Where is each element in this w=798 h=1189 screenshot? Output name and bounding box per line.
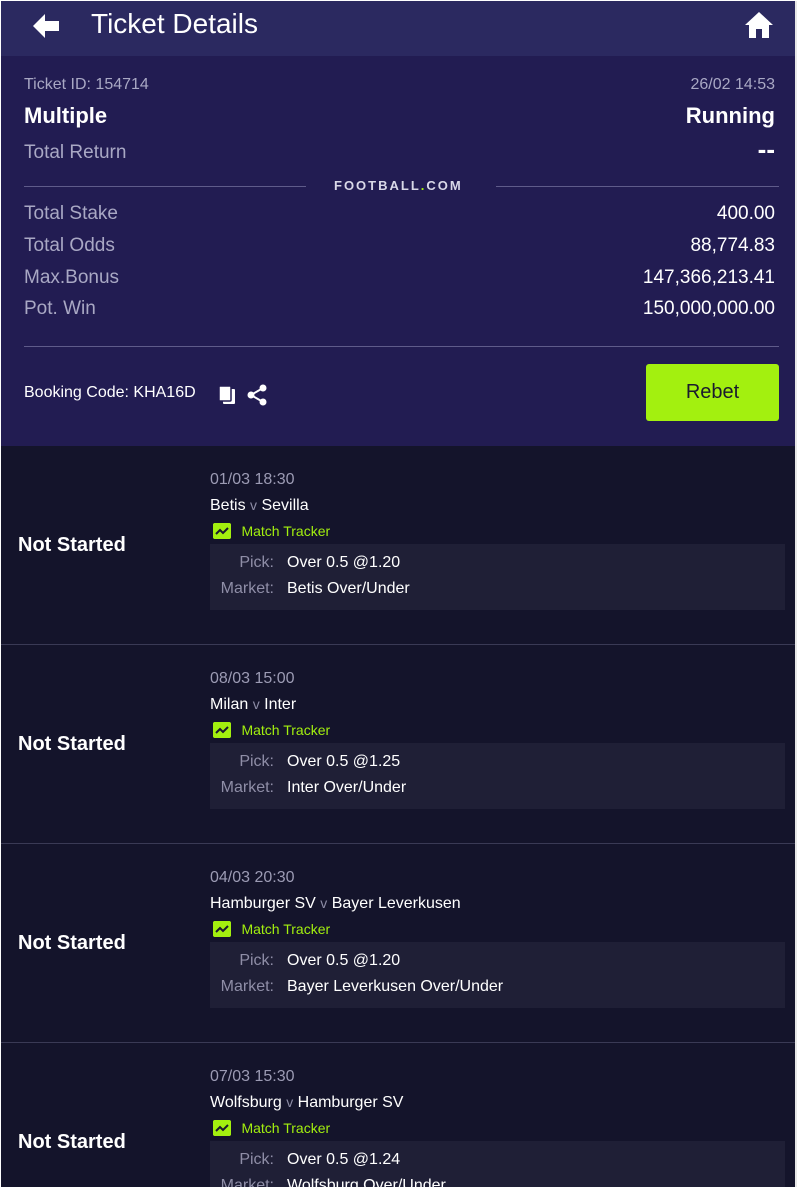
pick-value: Over 0.5 @1.20 [287,952,401,969]
selection-match: Milan v Inter [210,696,296,714]
selection-item: Not Started 04/03 20:30 Hamburger SV v B… [1,844,795,1043]
pick-details: Pick: Over 0.5 @1.25 Market: Inter Over/… [210,743,785,809]
rebet-button[interactable]: Rebet [646,364,779,421]
match-tracker-label: Match Tracker [241,721,331,738]
ticket-status: Running [685,103,775,128]
match-tracker-link[interactable]: Match Tracker [213,721,330,739]
market-value: Inter Over/Under [287,779,407,796]
market-value: Bayer Leverkusen Over/Under [287,978,504,995]
market-value: Wolfsburg Over/Under [287,1177,446,1187]
football-com-logo: FOOTBALL.COM [334,178,463,193]
selection-date: 07/03 15:30 [210,1068,295,1085]
selection-status: Not Started [18,733,126,755]
ticket-summary: Ticket ID: 154714 26/02 14:53 Multiple R… [1,56,795,446]
total-stake-value: 400.00 [716,203,775,224]
selection-match: Hamburger SV v Bayer Leverkusen [210,895,461,913]
away-team: Hamburger SV [297,1094,404,1111]
selection-item: Not Started 08/03 15:00 Milan v Inter Ma… [1,645,795,844]
versus-label: v [250,497,258,513]
versus-label: v [286,1094,294,1110]
home-icon[interactable] [743,9,775,41]
max-bonus-value: 147,366,213.41 [642,267,775,288]
selection-item: Not Started 07/03 15:30 Wolfsburg v Hamb… [1,1043,795,1187]
pick-value: Over 0.5 @1.24 [287,1151,401,1168]
pick-value: Over 0.5 @1.25 [287,753,401,770]
home-team: Hamburger SV [210,895,316,912]
home-team: Wolfsburg [210,1094,282,1111]
total-return-value: -- [757,134,775,164]
pick-value: Over 0.5 @1.20 [287,554,401,571]
market-label: Market: [220,580,274,597]
top-bar: Ticket Details [1,1,795,56]
selection-match: Betis v Sevilla [210,497,309,515]
match-tracker-link[interactable]: Match Tracker [213,920,330,938]
back-arrow-icon[interactable] [29,9,63,43]
away-team: Bayer Leverkusen [331,895,461,912]
divider-left [24,186,306,187]
app-screen: Ticket Details Ticket ID: 154714 26/02 1… [1,1,797,1187]
pot-win-label: Pot. Win [24,298,96,319]
match-tracker-link[interactable]: Match Tracker [213,1119,330,1137]
market-value: Betis Over/Under [287,580,410,597]
selection-match: Wolfsburg v Hamburger SV [210,1094,403,1112]
total-return-label: Total Return [24,142,127,163]
ticket-id: Ticket ID: 154714 [24,76,149,93]
pick-label: Pick: [239,554,274,571]
selection-date: 04/03 20:30 [210,869,295,886]
selection-date: 08/03 15:00 [210,670,295,687]
pick-details: Pick: Over 0.5 @1.24 Market: Wolfsburg O… [210,1141,785,1187]
ticket-datetime: 26/02 14:53 [690,76,775,93]
chart-trend-icon [213,920,231,937]
selection-item: Not Started 01/03 18:30 Betis v Sevilla … [1,446,795,645]
pick-details: Pick: Over 0.5 @1.20 Market: Bayer Lever… [210,942,785,1008]
match-tracker-label: Match Tracker [241,920,331,937]
selection-status: Not Started [18,932,126,954]
versus-label: v [320,895,328,911]
page-title: Ticket Details [91,8,259,39]
match-tracker-label: Match Tracker [241,1119,331,1136]
market-label: Market: [220,978,274,995]
selection-date: 01/03 18:30 [210,471,295,488]
share-icon[interactable] [245,383,269,407]
total-odds-label: Total Odds [24,235,115,256]
pick-label: Pick: [239,1151,274,1168]
chart-trend-icon [213,721,231,738]
versus-label: v [252,696,260,712]
home-team: Betis [210,497,246,514]
market-label: Market: [220,1177,274,1187]
total-stake-label: Total Stake [24,203,118,224]
market-label: Market: [220,779,274,796]
divider-right [496,186,779,187]
max-bonus-label: Max.Bonus [24,267,120,288]
home-team: Milan [210,696,249,713]
pick-label: Pick: [239,952,274,969]
pick-label: Pick: [239,753,274,770]
match-tracker-link[interactable]: Match Tracker [213,522,330,540]
selection-status: Not Started [18,534,126,556]
chart-trend-icon [213,1119,231,1136]
booking-code: Booking Code: KHA16D [24,384,196,401]
ticket-type: Multiple [24,103,108,128]
pick-details: Pick: Over 0.5 @1.20 Market: Betis Over/… [210,544,785,610]
away-team: Sevilla [261,497,309,514]
total-odds-value: 88,774.83 [690,235,775,256]
away-team: Inter [264,696,297,713]
match-tracker-label: Match Tracker [241,522,331,539]
divider-bottom [24,346,779,347]
copy-icon[interactable] [217,384,237,406]
chart-trend-icon [213,522,231,539]
pot-win-value: 150,000,000.00 [642,298,775,319]
selection-status: Not Started [18,1131,126,1153]
